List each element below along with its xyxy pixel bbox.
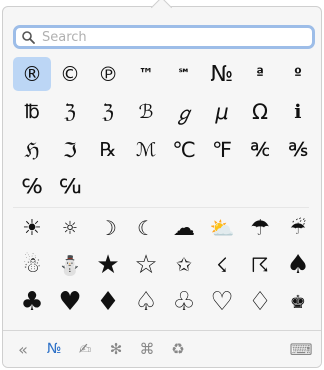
symbol-cell[interactable]: ℊ	[165, 95, 203, 129]
lightning-icon[interactable]: ☇	[203, 248, 241, 282]
emoji-row: ☀ ☼ ☽ ☾ ☁ ⛅ ☂ ☔	[13, 211, 317, 245]
sun-icon[interactable]: ☀	[13, 211, 51, 245]
symbol-cell[interactable]: ℬ	[127, 95, 165, 129]
pencil-icon[interactable]: ✍	[71, 335, 99, 363]
asterisk-icon[interactable]: ✻	[102, 335, 130, 363]
white-spade-icon[interactable]: ♤	[127, 285, 165, 319]
symbol-row: ℔ ℨ ℨ ℬ ℊ μ Ω ℹ	[13, 95, 317, 129]
symbol-cell[interactable]: ℉	[203, 133, 241, 167]
symbol-cell[interactable]: ℑ	[51, 133, 89, 167]
umbrella-rain-icon[interactable]: ☔	[279, 211, 317, 245]
search-field[interactable]	[13, 25, 315, 49]
symbol-cell[interactable]: ℀	[241, 133, 279, 167]
section-divider	[13, 207, 309, 208]
thunderstorm-icon[interactable]: ☈	[241, 248, 279, 282]
last-quarter-moon-icon[interactable]: ☾	[127, 211, 165, 245]
diamond-suit-icon[interactable]: ♦	[89, 285, 127, 319]
symbol-cell[interactable]: ℞	[89, 133, 127, 167]
white-star-icon[interactable]: ☆	[127, 248, 165, 282]
recycle-icon[interactable]: ♻	[164, 335, 192, 363]
search-icon	[22, 30, 35, 44]
symbol-cell[interactable]: ℔	[13, 95, 51, 129]
symbol-cell[interactable]: ™	[127, 57, 165, 91]
chess-king-icon[interactable]: ♚	[279, 285, 317, 319]
symbol-cell[interactable]: ℳ	[127, 133, 165, 167]
heart-suit-icon[interactable]: ♥	[51, 285, 89, 319]
symbol-cell[interactable]: ®	[13, 57, 51, 91]
symbol-cell[interactable]: ℁	[279, 133, 317, 167]
symbol-cell[interactable]: μ	[203, 95, 241, 129]
club-suit-icon[interactable]: ♣	[13, 285, 51, 319]
symbol-cell[interactable]: ©	[51, 57, 89, 91]
symbol-row: ® © ℗ ™ ℠ № ª º	[13, 57, 317, 91]
symbol-cell[interactable]: ℆	[51, 169, 89, 203]
snowman-without-snow-icon[interactable]: ⛄	[51, 248, 89, 282]
symbol-cell[interactable]: №	[203, 57, 241, 91]
symbol-cell[interactable]: ℨ	[89, 95, 127, 129]
outlined-star-icon[interactable]: ✩	[165, 248, 203, 282]
black-star-icon[interactable]: ★	[89, 248, 127, 282]
letterlike-symbols-tab[interactable]: №	[40, 335, 68, 363]
symbol-row: ℌ ℑ ℞ ℳ ℃ ℉ ℀ ℁	[13, 133, 317, 167]
symbol-cell[interactable]: ℃	[165, 133, 203, 167]
emoji-row: ♣ ♥ ♦ ♤ ♧ ♡ ♢ ♚	[13, 285, 317, 319]
symbol-cell[interactable]: ℹ	[279, 95, 317, 129]
first-quarter-moon-icon[interactable]: ☽	[89, 211, 127, 245]
sun-behind-cloud-icon[interactable]: ⛅	[203, 211, 241, 245]
search-input[interactable]	[40, 28, 294, 46]
keyboard-viewer-icon[interactable]: ⌨	[287, 335, 315, 363]
cloud-icon[interactable]: ☁	[165, 211, 203, 245]
symbol-cell[interactable]: ℗	[89, 57, 127, 91]
command-icon[interactable]: ⌘	[133, 335, 161, 363]
white-diamond-icon[interactable]: ♢	[241, 285, 279, 319]
character-viewer-popover: ® © ℗ ™ ℠ № ª º ℔ ℨ ℨ ℬ ℊ μ Ω ℹ ℌ ℑ ℞ ℳ …	[2, 6, 322, 368]
symbol-cell[interactable]: ℠	[165, 57, 203, 91]
symbol-row: ℅ ℆	[13, 169, 89, 203]
white-heart-icon[interactable]: ♡	[203, 285, 241, 319]
symbol-cell[interactable]: ℨ	[51, 95, 89, 129]
spade-suit-icon[interactable]: ♠	[279, 248, 317, 282]
symbol-cell[interactable]: ℅	[13, 169, 51, 203]
symbol-cell[interactable]: Ω	[241, 95, 279, 129]
collapse-chevron-icon[interactable]: «	[9, 335, 37, 363]
symbol-cell[interactable]: ª	[241, 57, 279, 91]
umbrella-icon[interactable]: ☂	[241, 211, 279, 245]
snowman-icon[interactable]: ☃	[13, 248, 51, 282]
category-bar: « № ✍ ✻ ⌘ ♻ ⌨	[3, 330, 321, 367]
white-sun-icon[interactable]: ☼	[51, 211, 89, 245]
symbol-cell[interactable]: ℌ	[13, 133, 51, 167]
white-club-icon[interactable]: ♧	[165, 285, 203, 319]
symbol-cell[interactable]: º	[279, 57, 317, 91]
emoji-row: ☃ ⛄ ★ ☆ ✩ ☇ ☈ ♠	[13, 248, 317, 282]
